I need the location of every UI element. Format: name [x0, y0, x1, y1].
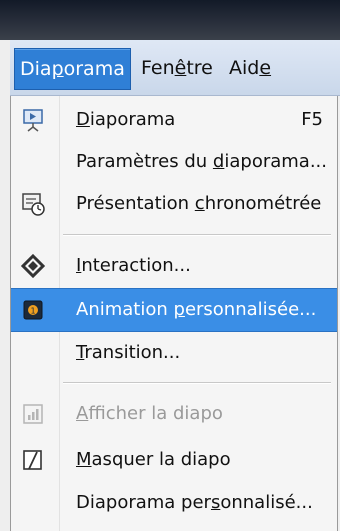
diaporama-dropdown-menu: Diaporama F5 Paramètres du diaporama... …	[10, 96, 338, 531]
menu-item-transition[interactable]: Transition...	[11, 332, 337, 374]
menu-item-masquer-label: Masquer la diapo	[76, 449, 231, 470]
menu-item-diaporama[interactable]: Diaporama F5	[11, 99, 337, 141]
menu-separator	[63, 234, 331, 236]
hide-slide-icon	[21, 448, 45, 472]
menu-item-afficher-diapo: Afficher la diapo	[11, 393, 337, 435]
menu-fenetre-mnemonic: ê	[174, 57, 187, 79]
menu-aide[interactable]: Aide	[224, 48, 276, 88]
menu-aide-label-a: Aid	[229, 57, 260, 79]
menu-bar: Diaporama Fenêtre Aide	[10, 40, 340, 96]
menu-item-animation-label: Animation personnalisée...	[76, 299, 317, 320]
rehearse-timings-icon	[21, 192, 45, 216]
menu-item-parametres-diaporama[interactable]: Paramètres du diaporama...	[11, 141, 337, 183]
menu-item-diaporama-personnalise-label: Diaporama personnalisé...	[76, 492, 313, 513]
menu-diaporama[interactable]: Diaporama	[14, 48, 131, 90]
menu-item-diaporama-personnalise[interactable]: Diaporama personnalisé...	[11, 482, 337, 524]
slideshow-icon	[21, 108, 45, 132]
menu-fenetre[interactable]: Fenêtre	[136, 48, 218, 88]
menu-diaporama-label-a: Dia	[20, 58, 52, 80]
svg-text:1: 1	[30, 307, 35, 316]
custom-animation-icon: 1	[21, 298, 45, 322]
menu-item-presentation-chronometree[interactable]: Présentation chronométrée	[11, 183, 337, 225]
shortcut-f5: F5	[301, 109, 323, 130]
menu-separator	[63, 382, 331, 384]
menu-aide-mnemonic: e	[259, 57, 272, 79]
menu-item-interaction-label: Interaction...	[76, 255, 191, 276]
menu-item-presentation-label: Présentation chronométrée	[76, 193, 322, 214]
menu-fenetre-label-a: Fen	[141, 57, 175, 79]
menu-item-animation-personnalisee[interactable]: 1 Animation personnalisée...	[11, 288, 337, 332]
menu-item-afficher-label: Afficher la diapo	[76, 403, 223, 424]
menu-item-diaporama-label: Diaporama	[76, 109, 176, 130]
menu-diaporama-mnemonic: p	[51, 58, 64, 80]
window-title-bar	[0, 0, 340, 40]
menu-diaporama-label-b: orama	[63, 58, 125, 80]
show-slide-icon	[21, 402, 45, 426]
menu-fenetre-label-b: tre	[186, 57, 213, 79]
menu-item-interaction[interactable]: Interaction...	[11, 245, 337, 287]
menu-item-parametres-label: Paramètres du diaporama...	[76, 151, 327, 172]
menu-item-transition-label: Transition...	[76, 342, 181, 363]
menu-item-masquer-diapo[interactable]: Masquer la diapo	[11, 439, 337, 481]
interaction-icon	[20, 253, 46, 279]
